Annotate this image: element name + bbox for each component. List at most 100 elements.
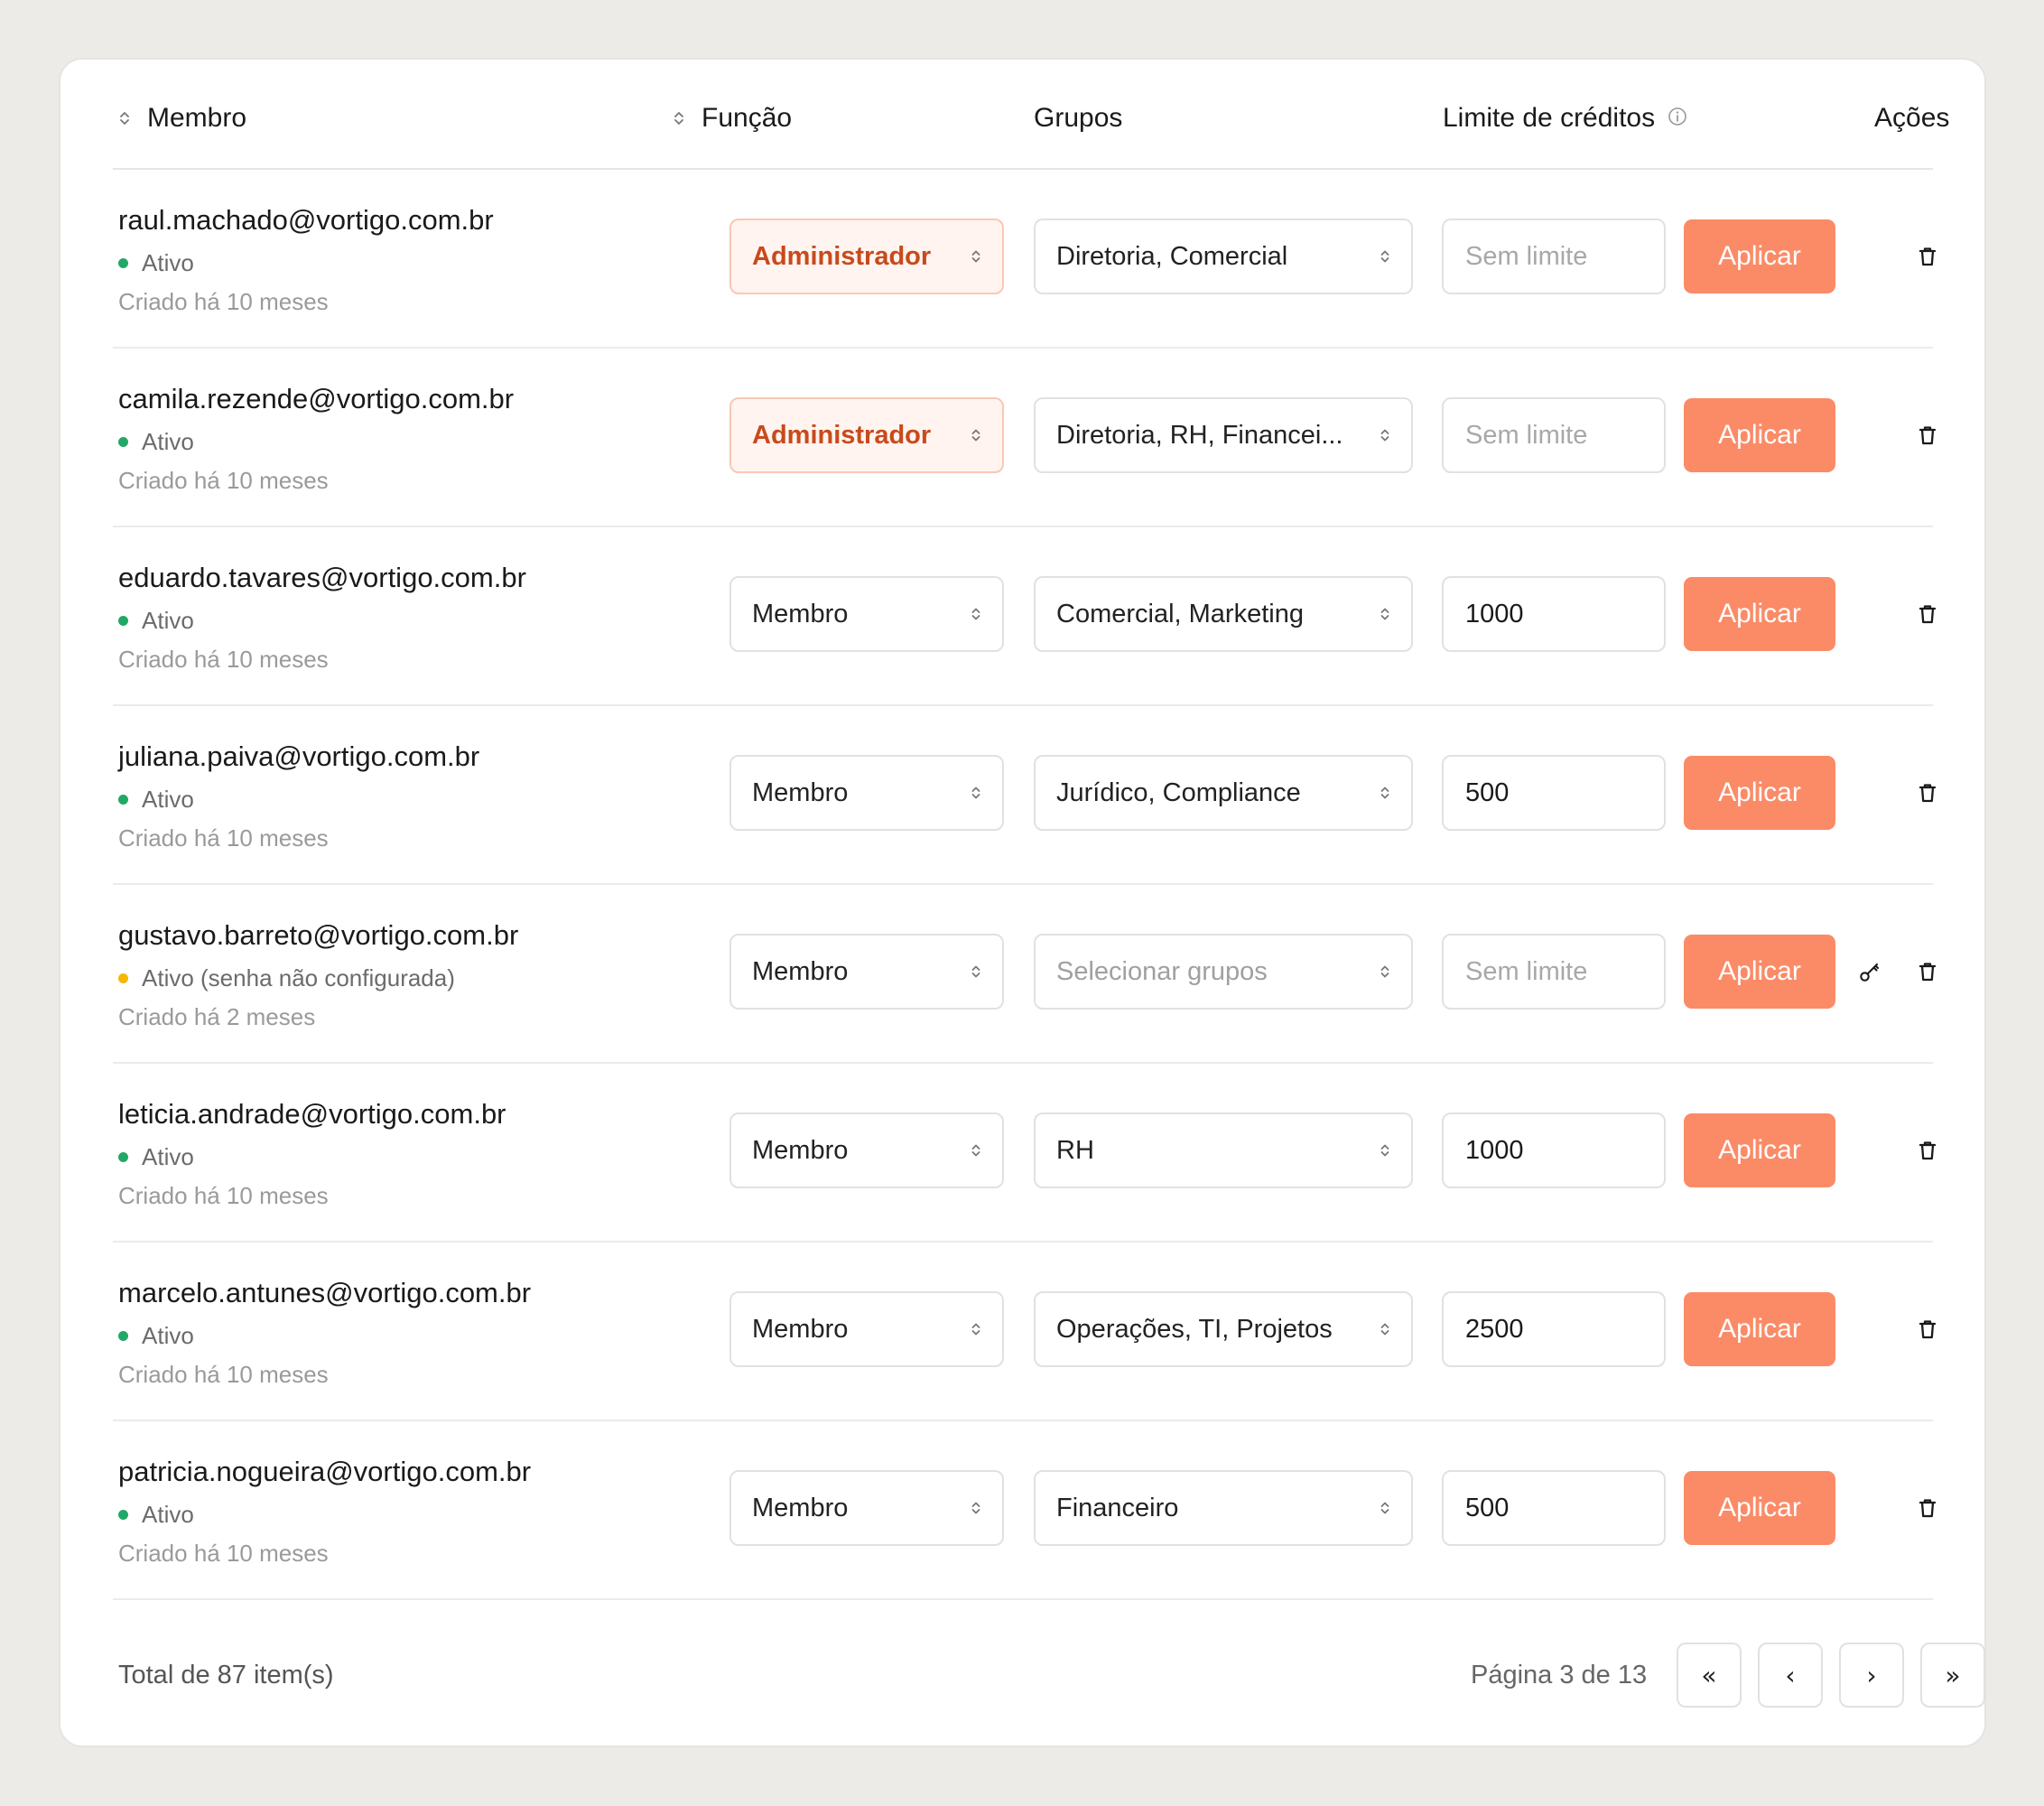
credit-limit-input[interactable] [1442,755,1666,831]
credit-limit-input[interactable] [1442,934,1666,1010]
chevron-up-down-icon [1380,1323,1389,1336]
role-value: Administrador [752,420,932,450]
groups-select[interactable]: RH [1034,1112,1413,1188]
apply-button[interactable]: Aplicar [1684,1471,1835,1545]
chevron-up-down-icon [1380,429,1389,442]
role-select[interactable]: Administrador [729,397,1004,473]
status-text: Ativo [142,1501,194,1528]
header-credit-label: Limite de créditos [1443,103,1656,133]
trash-icon[interactable] [1915,1138,1940,1163]
status-dot-icon [118,437,128,447]
status-text: Ativo [142,786,194,813]
groups-select[interactable]: Financeiro [1034,1470,1413,1546]
groups-value: Operações, TI, Projetos [1056,1314,1333,1344]
credit-limit-input[interactable] [1442,1291,1666,1367]
apply-button[interactable]: Aplicar [1684,219,1835,293]
header-member[interactable]: Membro [118,103,246,134]
groups-value: RH [1056,1135,1094,1165]
member-cell: marcelo.antunes@vortigo.com.br Ativo Cri… [118,1277,531,1389]
member-email: raul.machado@vortigo.com.br [118,204,494,236]
created-date: Criado há 10 meses [118,467,329,494]
credit-limit-input[interactable] [1442,1470,1666,1546]
chevron-up-down-icon [971,1323,980,1336]
members-table: Membro Função Grupos Limite de créditos … [113,60,1985,1752]
created-date: Criado há 10 meses [118,288,329,315]
credit-limit-input[interactable] [1442,219,1666,294]
groups-select[interactable]: Jurídico, Compliance [1034,755,1413,831]
apply-button[interactable]: Aplicar [1684,935,1835,1009]
table-body: raul.machado@vortigo.com.br Ativo Criado… [113,170,1937,1600]
role-value: Membro [752,956,849,986]
credit-limit-input[interactable] [1442,576,1666,652]
chevron-up-down-icon [971,1144,980,1157]
groups-value: Diretoria, RH, Financei... [1056,420,1343,450]
trash-icon[interactable] [1915,601,1940,627]
header-member-label: Membro [147,103,247,133]
role-value: Membro [752,1493,849,1522]
header-groups-label: Grupos [1034,103,1123,133]
groups-select[interactable]: Diretoria, RH, Financei... [1034,397,1413,473]
role-select[interactable]: Membro [729,934,1004,1010]
sort-icon [673,109,685,127]
trash-icon[interactable] [1915,1317,1940,1342]
status-dot-icon [118,973,128,983]
member-status: Ativo [118,428,514,456]
first-page-button[interactable]: « [1677,1643,1742,1708]
role-select[interactable]: Administrador [729,219,1004,294]
header-role-label: Função [701,103,793,133]
table-row: juliana.paiva@vortigo.com.br Ativo Criad… [113,706,1937,885]
next-page-button[interactable]: › [1839,1643,1904,1708]
chevron-up-down-icon [971,429,980,442]
groups-select[interactable]: Comercial, Marketing [1034,576,1413,652]
chevron-up-down-icon [971,1502,980,1514]
apply-button[interactable]: Aplicar [1684,577,1835,651]
last-page-button[interactable]: » [1920,1643,1985,1708]
key-icon[interactable] [1857,959,1882,984]
previous-page-button[interactable]: ‹ [1758,1643,1823,1708]
table-row: gustavo.barreto@vortigo.com.br Ativo (se… [113,885,1937,1064]
table-row: eduardo.tavares@vortigo.com.br Ativo Cri… [113,527,1937,706]
trash-icon[interactable] [1915,780,1940,805]
chevron-up-down-icon [1380,250,1389,263]
member-email: patricia.nogueira@vortigo.com.br [118,1456,532,1487]
trash-icon[interactable] [1915,423,1940,448]
trash-icon[interactable] [1915,1495,1940,1521]
apply-button[interactable]: Aplicar [1684,398,1835,472]
status-text: Ativo [142,428,194,455]
apply-button[interactable]: Aplicar [1684,756,1835,830]
header-groups: Grupos [1034,103,1122,134]
role-value: Membro [752,1314,849,1344]
table-row: leticia.andrade@vortigo.com.br Ativo Cri… [113,1064,1937,1243]
status-dot-icon [118,258,128,268]
role-select[interactable]: Membro [729,1470,1004,1546]
member-status: Ativo [118,1501,531,1529]
member-status: Ativo [118,249,494,277]
groups-select[interactable]: Selecionar grupos [1034,934,1413,1010]
status-text: Ativo (senha não configurada) [142,964,455,991]
role-select[interactable]: Membro [729,1291,1004,1367]
created-date: Criado há 10 meses [118,1182,329,1209]
chevron-up-down-icon [971,965,980,978]
credit-limit-input[interactable] [1442,1112,1666,1188]
table-row: marcelo.antunes@vortigo.com.br Ativo Cri… [113,1243,1937,1421]
header-role[interactable]: Função [673,103,792,134]
table-row: camila.rezende@vortigo.com.br Ativo Cria… [113,349,1937,527]
apply-button[interactable]: Aplicar [1684,1113,1835,1187]
role-select[interactable]: Membro [729,755,1004,831]
trash-icon[interactable] [1915,244,1940,269]
role-value: Membro [752,777,849,807]
chevron-up-down-icon [1380,1502,1389,1514]
status-dot-icon [118,795,128,805]
member-status: Ativo [118,786,479,814]
credit-limit-input[interactable] [1442,397,1666,473]
role-select[interactable]: Membro [729,576,1004,652]
member-cell: leticia.andrade@vortigo.com.br Ativo Cri… [118,1098,506,1210]
groups-select[interactable]: Diretoria, Comercial [1034,219,1413,294]
trash-icon[interactable] [1915,959,1940,984]
member-email: eduardo.tavares@vortigo.com.br [118,562,526,593]
role-select[interactable]: Membro [729,1112,1004,1188]
groups-select[interactable]: Operações, TI, Projetos [1034,1291,1413,1367]
apply-button[interactable]: Aplicar [1684,1292,1835,1366]
header-credit-limit: Limite de créditos [1443,103,1687,134]
info-icon[interactable] [1668,103,1687,134]
